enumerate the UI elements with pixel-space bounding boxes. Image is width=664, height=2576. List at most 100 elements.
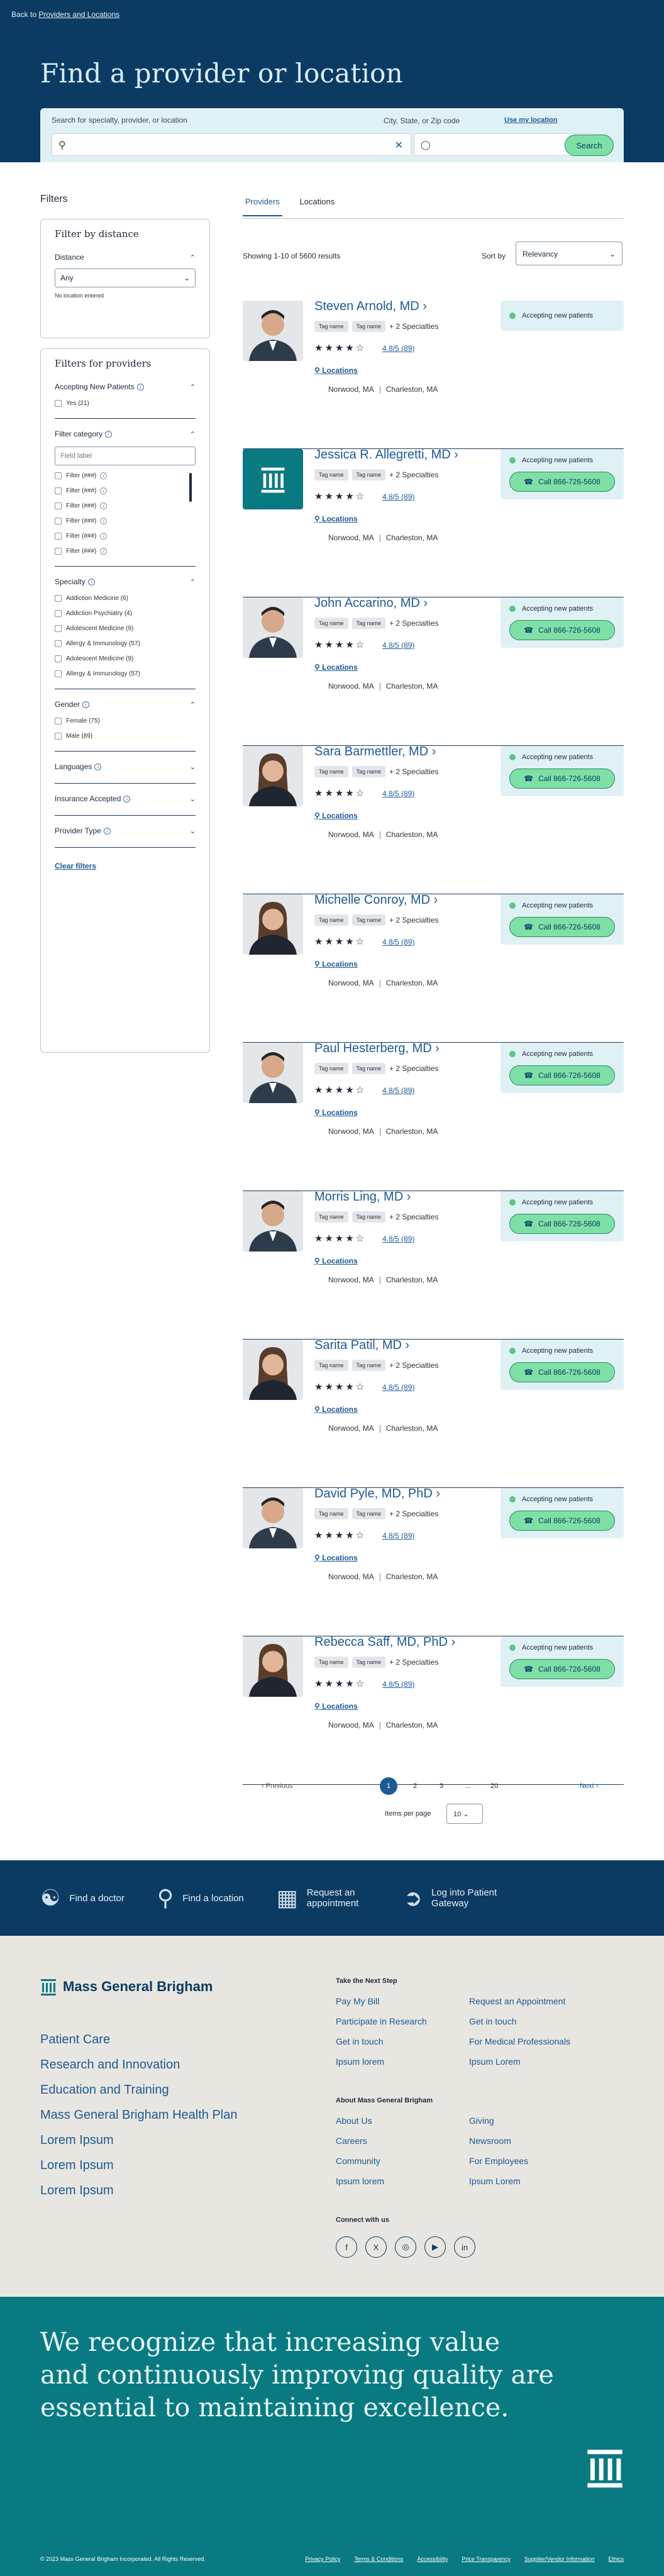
use-location-link[interactable]: Use my location <box>504 116 557 124</box>
page-1[interactable]: 1 <box>380 1777 397 1795</box>
legal-link[interactable]: Ethics <box>608 2556 624 2562</box>
category-section[interactable]: Filter category i ⌃ <box>55 428 196 440</box>
provider-photo[interactable] <box>243 1636 303 1697</box>
legal-link[interactable]: Price Transparency <box>462 2556 511 2562</box>
provider-name-link[interactable]: Morris Ling, MD › <box>314 1190 411 1204</box>
footer-link[interactable]: Ipsum Lorem <box>469 2176 521 2186</box>
rating-link[interactable]: 4.8/5 (89) <box>382 938 414 947</box>
locations-link[interactable]: ⚲ Locations <box>314 811 358 820</box>
brand-logo-placeholder[interactable] <box>243 449 303 509</box>
locations-link[interactable]: ⚲ Locations <box>314 1257 358 1265</box>
search-input[interactable]: ⚲ ✕ <box>52 133 411 156</box>
footer-link[interactable]: Ipsum Lorem <box>469 2057 521 2067</box>
call-button[interactable]: ☎ Call 866-726-5608 <box>509 620 615 640</box>
footer-link[interactable]: Pay My Bill <box>336 1996 379 2006</box>
provider-name-link[interactable]: Michelle Conroy, MD › <box>314 893 438 908</box>
provider-type-section[interactable]: Provider Type i ⌄ <box>55 824 196 837</box>
rating-link[interactable]: 4.8/5 (89) <box>382 1680 414 1689</box>
clear-filters-link[interactable]: Clear filters <box>55 862 196 870</box>
footer-link[interactable]: Get in touch <box>469 2016 517 2026</box>
provider-name-link[interactable]: David Pyle, MD, PhD › <box>314 1487 440 1501</box>
call-button[interactable]: ☎ Call 866-726-5608 <box>509 1511 615 1531</box>
instagram-icon[interactable]: ◎ <box>395 2236 416 2258</box>
locations-link[interactable]: ⚲ Locations <box>314 960 358 969</box>
locations-link[interactable]: ⚲ Locations <box>314 663 358 672</box>
accepting-section[interactable]: Accepting New Patients i ⌃ <box>55 380 196 393</box>
legal-link[interactable]: Terms & Conditions <box>354 2556 403 2562</box>
request-appointment-link[interactable]: ▦ Request an appointment <box>277 1860 371 1936</box>
footer-link[interactable]: Lorem Ipsum <box>40 2184 237 2198</box>
previous-button[interactable]: ‹ Previous <box>262 1782 293 1790</box>
legal-link[interactable]: Supplier/Vendor Information <box>524 2556 595 2562</box>
call-button[interactable]: ☎ Call 866-726-5608 <box>509 917 615 937</box>
rating-link[interactable]: 4.8/5 (89) <box>382 344 414 353</box>
brand-logo[interactable]: Mass General Brigham <box>40 1977 213 1996</box>
provider-name-link[interactable]: Sara Barmettler, MD › <box>314 745 436 759</box>
rating-link[interactable]: 4.8/5 (89) <box>382 1086 414 1095</box>
footer-link[interactable]: Lorem Ipsum <box>40 2133 237 2148</box>
checkbox-category[interactable]: Filter (###) i <box>55 546 196 556</box>
search-button[interactable]: Search <box>565 135 614 156</box>
rating-link[interactable]: 4.8/5 (89) <box>382 1235 414 1243</box>
tab-providers[interactable]: Providers <box>243 197 282 216</box>
footer-link[interactable]: Lorem Ipsum <box>40 2158 237 2173</box>
checkbox-specialty[interactable]: Addiction Medicine (6) <box>55 593 196 603</box>
sort-select[interactable]: Relevancy ⌄ <box>516 242 622 265</box>
rating-link[interactable]: 4.8/5 (89) <box>382 492 414 501</box>
footer-link[interactable]: Ipsum lorem <box>336 2057 384 2067</box>
checkbox-category[interactable]: Filter (###) i <box>55 470 196 480</box>
gender-section[interactable]: Gender i ⌃ <box>55 698 196 711</box>
footer-link[interactable]: For Medical Professionals <box>469 2036 570 2046</box>
rating-link[interactable]: 4.8/5 (89) <box>382 789 414 798</box>
provider-photo[interactable] <box>243 1043 303 1103</box>
provider-photo[interactable] <box>243 1191 303 1252</box>
scrollbar[interactable] <box>189 473 192 502</box>
checkbox-category[interactable]: Filter (###) i <box>55 531 196 541</box>
checkbox-category[interactable]: Filter (###) i <box>55 501 196 511</box>
rating-link[interactable]: 4.8/5 (89) <box>382 1383 414 1392</box>
footer-link[interactable]: For Employees <box>469 2156 528 2166</box>
call-button[interactable]: ☎ Call 866-726-5608 <box>509 1362 615 1382</box>
footer-link[interactable]: Mass General Brigham Health Plan <box>40 2108 237 2123</box>
footer-link[interactable]: Careers <box>336 2136 367 2146</box>
page-3[interactable]: 3 <box>433 1777 450 1795</box>
next-button[interactable]: Next › <box>580 1782 598 1790</box>
provider-name-link[interactable]: John Accarino, MD › <box>314 596 428 611</box>
provider-name-link[interactable]: Steven Arnold, MD › <box>314 299 427 314</box>
youtube-icon[interactable]: ▶ <box>424 2236 446 2258</box>
checkbox-gender[interactable]: Female (75) <box>55 716 196 726</box>
provider-photo[interactable] <box>243 746 303 806</box>
locations-link[interactable]: ⚲ Locations <box>314 1405 358 1414</box>
locations-link[interactable]: ⚲ Locations <box>314 1108 358 1117</box>
find-doctor-link[interactable]: ☯ Find a doctor <box>40 1860 124 1936</box>
specialty-section[interactable]: Specialty i ⌃ <box>55 575 196 588</box>
back-link[interactable]: Back to Providers and Locations <box>11 10 119 19</box>
tab-locations[interactable]: Locations <box>300 197 335 215</box>
category-search-field[interactable]: Field label <box>55 447 196 465</box>
locations-link[interactable]: ⚲ Locations <box>314 1702 358 1711</box>
footer-link[interactable]: Newsroom <box>469 2136 511 2146</box>
legal-link[interactable]: Privacy Policy <box>305 2556 340 2562</box>
checkbox-specialty[interactable]: Adolescent Medicine (9) <box>55 623 196 633</box>
locations-link[interactable]: ⚲ Locations <box>314 514 358 523</box>
distance-section[interactable]: Distance ⌃ <box>55 251 196 264</box>
footer-link[interactable]: Research and Innovation <box>40 2058 237 2072</box>
footer-link[interactable]: Giving <box>469 2116 494 2126</box>
checkbox-specialty[interactable]: Addiction Psychiatry (4) <box>55 608 196 618</box>
locations-link[interactable]: ⚲ Locations <box>314 366 358 375</box>
footer-link[interactable]: Education and Training <box>40 2083 237 2097</box>
insurance-section[interactable]: Insurance Accepted i ⌄ <box>55 792 196 805</box>
footer-link[interactable]: Request an Appointment <box>469 1996 565 2006</box>
footer-link[interactable]: Participate in Research <box>336 2016 427 2026</box>
rating-link[interactable]: 4.8/5 (89) <box>382 641 414 650</box>
locations-link[interactable]: ⚲ Locations <box>314 1553 358 1562</box>
clear-icon[interactable]: ✕ <box>395 139 403 152</box>
legal-link[interactable]: Accessibility <box>417 2556 448 2562</box>
checkbox-specialty[interactable]: Allergy & Immunology (57) <box>55 669 196 679</box>
page-20[interactable]: 20 <box>485 1777 503 1795</box>
distance-select[interactable]: Any ⌄ <box>55 269 196 287</box>
call-button[interactable]: ☎ Call 866-726-5608 <box>509 1065 615 1085</box>
provider-photo[interactable] <box>243 1340 303 1400</box>
provider-photo[interactable] <box>243 1488 303 1548</box>
checkbox-category[interactable]: Filter (###) i <box>55 486 196 496</box>
